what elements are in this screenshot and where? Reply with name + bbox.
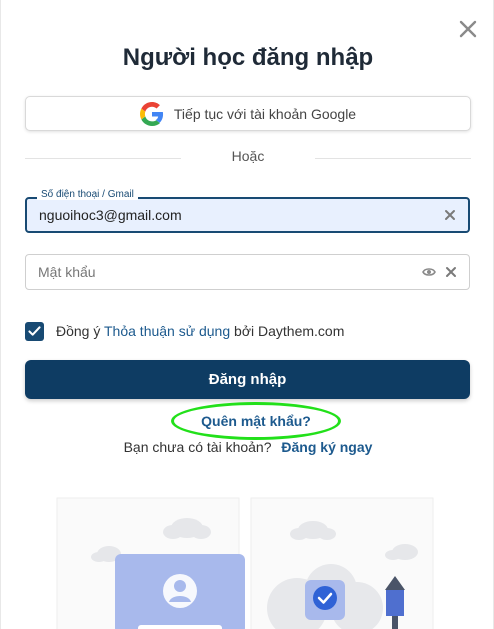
- phone-email-field: Số điện thoại / Gmail: [25, 189, 470, 233]
- forgot-password-link[interactable]: Quên mật khẩu?: [171, 413, 341, 429]
- close-button[interactable]: [457, 18, 479, 40]
- signup-prompt: Bạn chưa có tài khoản?: [123, 439, 272, 455]
- password-input[interactable]: [38, 255, 418, 289]
- google-icon: [139, 101, 164, 126]
- terms-checkbox[interactable]: [25, 321, 44, 341]
- login-button[interactable]: Đăng nhập: [25, 360, 470, 399]
- clear-icon[interactable]: [444, 209, 456, 221]
- page-title: Người học đăng nhập: [122, 44, 374, 71]
- login-modal: Người học đăng nhập Tiếp tục với tài kho…: [0, 0, 494, 629]
- close-icon: [459, 20, 477, 38]
- forgot-password-highlight: Quên mật khẩu?: [171, 402, 341, 440]
- signup-row: Bạn chưa có tài khoản? Đăng ký ngay: [1, 439, 493, 455]
- clear-icon[interactable]: [445, 266, 457, 278]
- terms-link[interactable]: Thỏa thuận sử dụng: [104, 323, 230, 339]
- eye-icon[interactable]: [422, 266, 436, 278]
- divider-line-right: [315, 158, 471, 159]
- checkmark-circle-icon: [313, 586, 337, 610]
- terms-prefix: Đồng ý: [56, 323, 101, 339]
- google-login-button[interactable]: Tiếp tục với tài khoản Google: [25, 96, 471, 131]
- checkmark-icon: [28, 325, 41, 336]
- laptop-base: [138, 625, 222, 629]
- signup-link[interactable]: Đăng ký ngay: [281, 439, 372, 455]
- google-login-label: Tiếp tục với tài khoản Google: [173, 105, 357, 122]
- login-illustration: [56, 497, 434, 629]
- terms-suffix: bởi Daythem.com: [234, 323, 345, 339]
- or-divider: Hoặc: [25, 148, 471, 168]
- phone-email-input[interactable]: [39, 199, 419, 231]
- password-field: [25, 254, 470, 290]
- terms-agreement: Đồng ý Thỏa thuận sử dụng bởi Daythem.co…: [25, 321, 344, 341]
- or-text: Hoặc: [231, 148, 265, 164]
- terms-text: Đồng ý Thỏa thuận sử dụng bởi Daythem.co…: [56, 323, 344, 339]
